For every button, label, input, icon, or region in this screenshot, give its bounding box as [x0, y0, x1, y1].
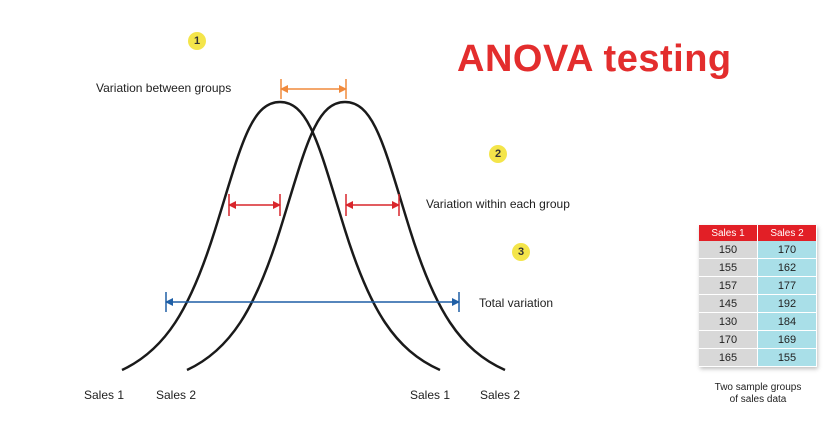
table-cell: 184: [757, 312, 817, 331]
table-cell: 157: [699, 276, 758, 295]
table-cell: 145: [699, 294, 758, 313]
sales-data-table: Sales 1 Sales 2 150 170 155 162 157 177 145…: [699, 225, 817, 367]
curve-label-left-sales1: Sales 1: [84, 388, 125, 402]
table-cell: 162: [757, 258, 817, 277]
table-cell: 165: [699, 348, 758, 367]
table-cell: 192: [757, 294, 817, 313]
curve-sales-1: [121, 100, 441, 372]
anova-diagram: ANOVA testing 1 2 3 Variation between gr…: [0, 0, 837, 439]
step-badge-2: 2: [489, 145, 507, 163]
table-row: 150 170: [699, 241, 817, 259]
table-row: 165 155: [699, 348, 817, 367]
table-cell: 155: [699, 258, 758, 277]
curve-label-left-sales2: Sales 2: [156, 388, 197, 402]
table-row: 130 184: [699, 312, 817, 331]
table-cell: 155: [757, 348, 817, 367]
table-caption-line1: Two sample groups: [714, 382, 802, 393]
table-row: 145 192: [699, 294, 817, 313]
table-header-row: Sales 1 Sales 2: [699, 225, 817, 241]
table-row: 155 162: [699, 258, 817, 277]
label-total-variation: Total variation: [479, 296, 554, 310]
table-caption: Two sample groups of sales data: [699, 382, 817, 406]
page-title: ANOVA testing: [457, 38, 732, 80]
table-row: 157 177: [699, 276, 817, 295]
step-badge-1: 1: [188, 32, 206, 50]
table-caption-line2: of sales data: [729, 394, 787, 405]
table-cell: 169: [757, 330, 817, 349]
table-row: 170 169: [699, 330, 817, 349]
table-header-sales2: Sales 2: [757, 225, 817, 241]
table-cell: 170: [699, 330, 758, 349]
table-cell: 130: [699, 312, 758, 331]
curve-label-right-sales1: Sales 1: [410, 388, 451, 402]
table-cell: 170: [757, 241, 817, 259]
label-variation-within: Variation within each group: [426, 197, 570, 211]
table-cell: 150: [699, 241, 758, 259]
label-variation-between: Variation between groups: [96, 81, 232, 95]
table-cell: 177: [757, 276, 817, 295]
step-badge-3: 3: [512, 243, 530, 261]
curve-label-right-sales2: Sales 2: [480, 388, 521, 402]
table-header-sales1: Sales 1: [699, 225, 758, 241]
